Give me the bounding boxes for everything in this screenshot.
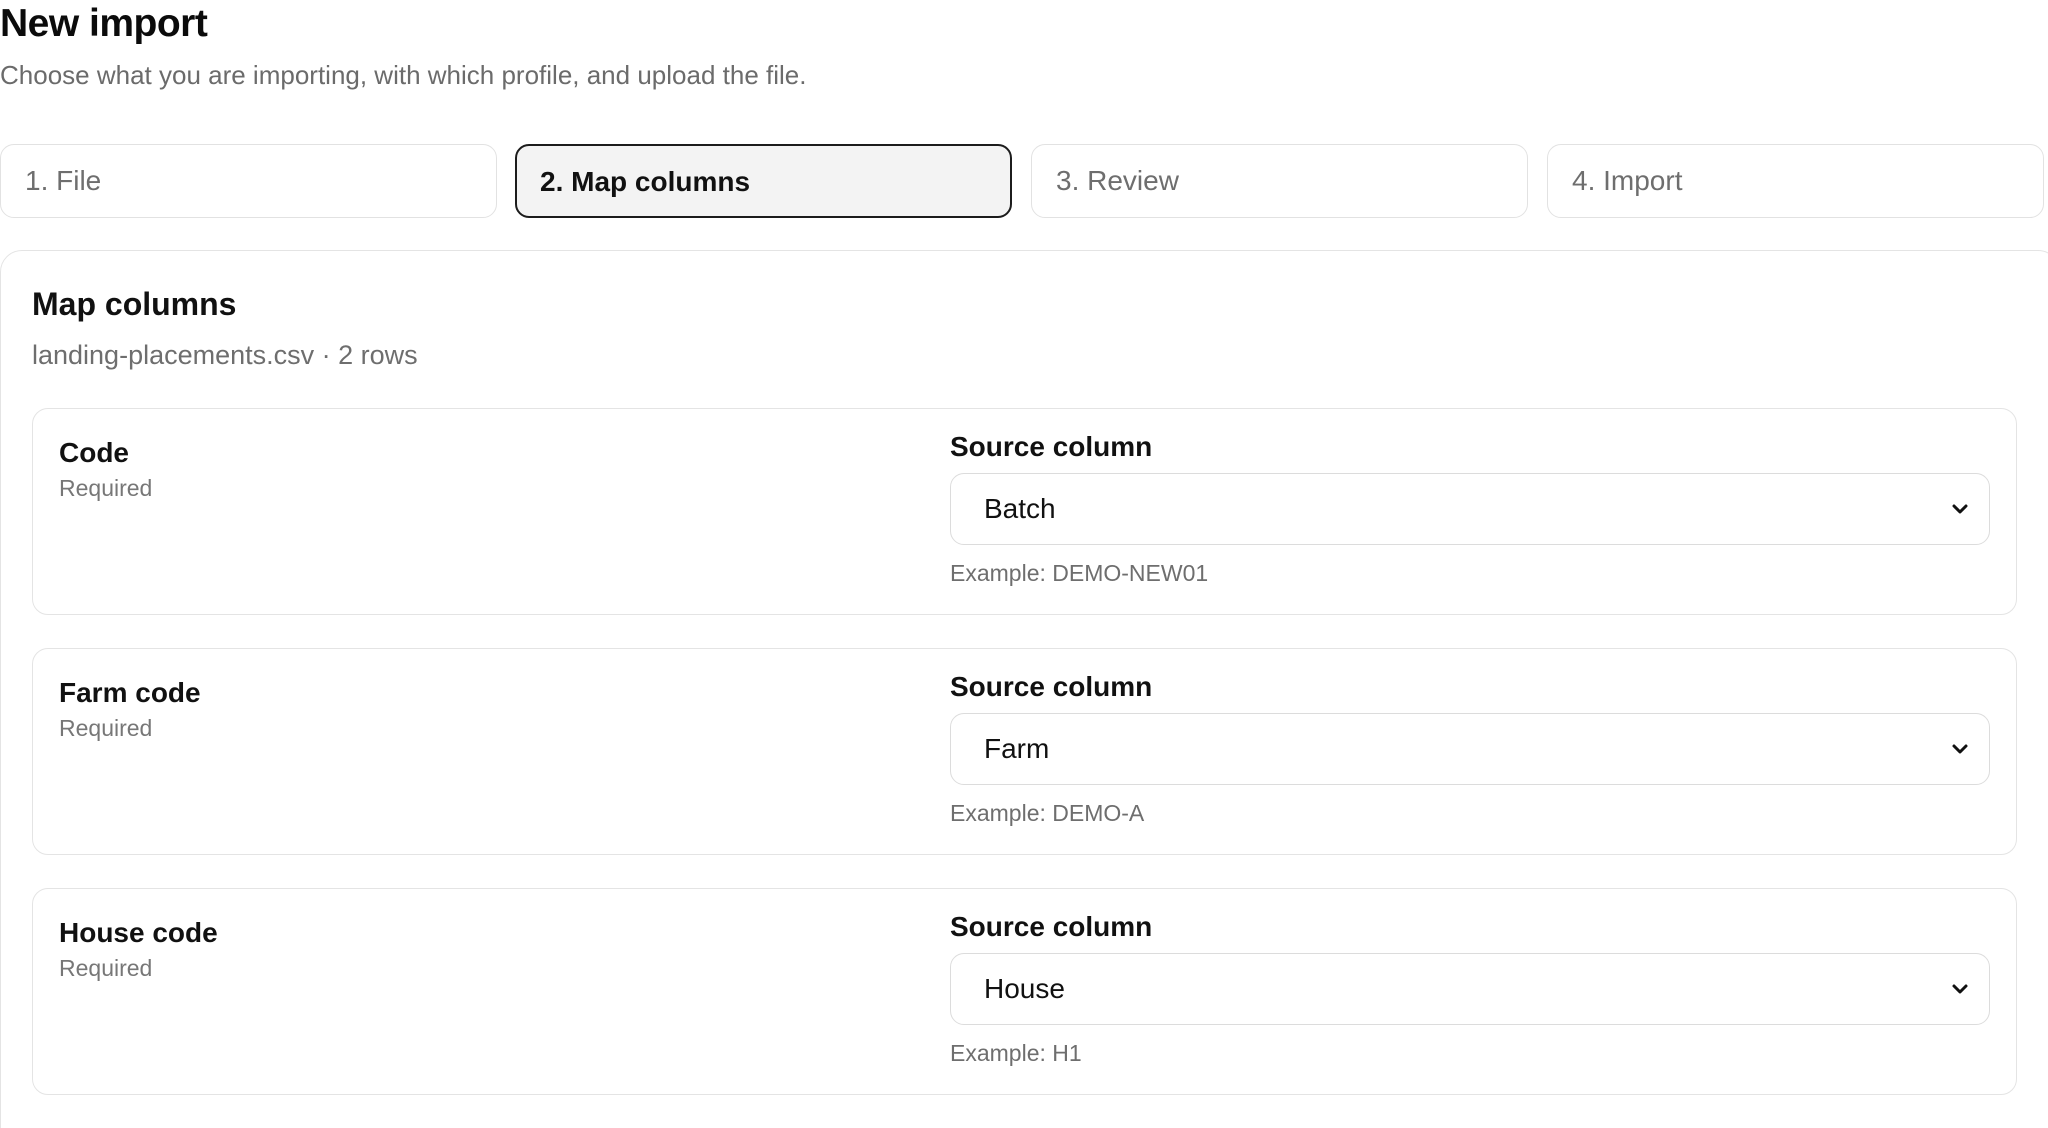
field-requirement: Required xyxy=(59,715,153,741)
source-column-select[interactable]: Batch xyxy=(950,473,1990,545)
field-requirement: Required xyxy=(59,955,153,981)
step-import[interactable]: 4. Import xyxy=(1547,144,2044,218)
field-row-farm-code: Farm code Required Source column Farm Ex… xyxy=(32,648,2017,855)
page-title: New import xyxy=(0,2,208,45)
field-row-code: Code Required Source column Batch Exampl… xyxy=(32,408,2017,615)
card-title: Map columns xyxy=(32,286,237,322)
step-file[interactable]: 1. File xyxy=(0,144,497,218)
import-page: New import Choose what you are importing… xyxy=(0,0,2048,1128)
chevron-down-icon xyxy=(1952,504,1968,514)
source-column-label: Source column xyxy=(950,671,1153,702)
field-example: Example: H1 xyxy=(950,1040,1082,1066)
field-name: Farm code xyxy=(59,677,201,708)
source-column-label: Source column xyxy=(950,431,1153,462)
chevron-down-icon xyxy=(1952,984,1968,994)
selected-value: Batch xyxy=(984,493,1056,524)
chevron-down-icon xyxy=(1952,744,1968,754)
source-column-select[interactable]: Farm xyxy=(950,713,1990,785)
field-example: Example: DEMO-A xyxy=(950,800,1145,826)
step-review[interactable]: 3. Review xyxy=(1031,144,1528,218)
selected-value: House xyxy=(984,973,1065,1004)
field-name: Code xyxy=(59,437,129,468)
page-subtitle: Choose what you are importing, with whic… xyxy=(0,60,807,90)
step-map-columns[interactable]: 2. Map columns xyxy=(515,144,1012,218)
file-summary: landing-placements.csv · 2 rows xyxy=(32,340,418,370)
field-row-house-code: House code Required Source column House … xyxy=(32,888,2017,1095)
source-column-select[interactable]: House xyxy=(950,953,1990,1025)
field-example: Example: DEMO-NEW01 xyxy=(950,560,1209,586)
selected-value: Farm xyxy=(984,733,1050,764)
import-stepper: 1. File 2. Map columns 3. Review 4. Impo… xyxy=(0,144,2048,220)
field-name: House code xyxy=(59,917,218,948)
field-requirement: Required xyxy=(59,475,153,501)
source-column-label: Source column xyxy=(950,911,1153,942)
